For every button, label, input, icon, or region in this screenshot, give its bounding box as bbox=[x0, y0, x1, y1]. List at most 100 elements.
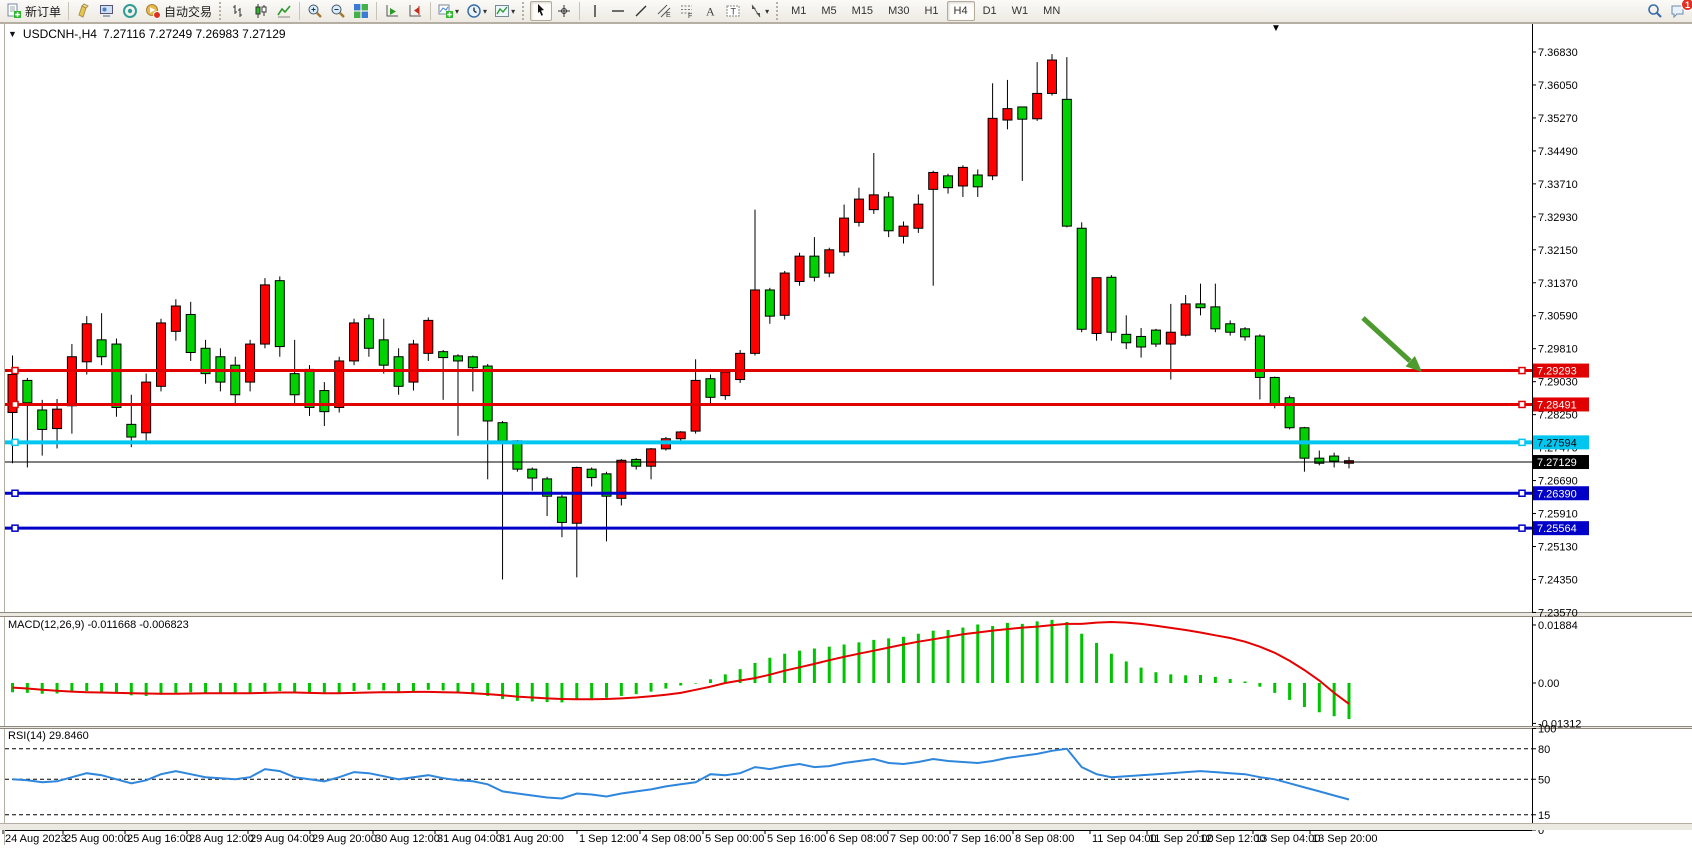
svg-text:15: 15 bbox=[1538, 810, 1550, 822]
toolbar-grip bbox=[219, 2, 223, 20]
svg-text:7.29293: 7.29293 bbox=[1537, 366, 1577, 378]
hline-7.26390 bbox=[5, 490, 1532, 496]
svg-text:4 Sep 08:00: 4 Sep 08:00 bbox=[642, 833, 701, 845]
autotrade-button[interactable]: 自动交易 bbox=[142, 1, 215, 21]
timeframe-button-m5[interactable]: M5 bbox=[814, 1, 843, 21]
svg-text:7.25564: 7.25564 bbox=[1537, 523, 1577, 535]
svg-text:A: A bbox=[706, 5, 715, 19]
vertical-line-button[interactable] bbox=[584, 1, 606, 21]
chart-window[interactable]: 7.368307.360507.352707.344907.337107.329… bbox=[0, 23, 1692, 853]
dropdown-caret-icon[interactable]: ▾ bbox=[511, 7, 515, 16]
timeframe-button-h1[interactable]: H1 bbox=[917, 1, 945, 21]
svg-text:7.32930: 7.32930 bbox=[1538, 212, 1578, 224]
zoom-in-button[interactable] bbox=[304, 1, 326, 21]
svg-text:7.23570: 7.23570 bbox=[1538, 607, 1578, 619]
svg-text:7.25130: 7.25130 bbox=[1538, 542, 1578, 554]
svg-text:7.33710: 7.33710 bbox=[1538, 179, 1578, 191]
svg-text:7.32150: 7.32150 bbox=[1538, 245, 1578, 257]
toolbar-separator bbox=[376, 2, 377, 20]
svg-text:7.36050: 7.36050 bbox=[1538, 80, 1578, 92]
arrows-button[interactable]: ▾ bbox=[745, 1, 772, 21]
bar-chart-icon bbox=[230, 3, 246, 19]
crosshair-icon bbox=[556, 3, 572, 19]
new-order-button[interactable]: 新订单 bbox=[3, 1, 64, 21]
svg-text:24 Aug 2023: 24 Aug 2023 bbox=[5, 833, 67, 845]
indicators-icon bbox=[438, 3, 454, 19]
svg-text:5 Sep 00:00: 5 Sep 00:00 bbox=[705, 833, 764, 845]
chart-shift-button[interactable] bbox=[404, 1, 426, 21]
dropdown-caret-icon[interactable]: ▾ bbox=[765, 7, 769, 16]
signal-button[interactable] bbox=[119, 1, 141, 21]
fibonacci-button[interactable]: F bbox=[676, 1, 698, 21]
trendline-button[interactable] bbox=[630, 1, 652, 21]
auto-scroll-icon bbox=[384, 3, 400, 19]
candlestick-button[interactable] bbox=[250, 1, 272, 21]
periods-button[interactable]: ▾ bbox=[463, 1, 490, 21]
svg-text:7 Sep 00:00: 7 Sep 00:00 bbox=[890, 833, 949, 845]
svg-text:7.26690: 7.26690 bbox=[1538, 476, 1578, 488]
timeframe-button-m1[interactable]: M1 bbox=[784, 1, 813, 21]
fibonacci-icon: F bbox=[679, 3, 695, 19]
new-order-label: 新订单 bbox=[25, 3, 61, 20]
zoom-out-button[interactable] bbox=[327, 1, 349, 21]
equidistant-channel-button[interactable]: E bbox=[653, 1, 675, 21]
periods-icon bbox=[466, 3, 482, 19]
templates-button[interactable]: ▾ bbox=[491, 1, 518, 21]
toolbar-separator bbox=[68, 2, 69, 20]
tile-windows-button[interactable] bbox=[350, 1, 372, 21]
chat-button[interactable]: 1 bbox=[1667, 1, 1689, 21]
svg-text:T: T bbox=[731, 7, 737, 17]
auto-scroll-button[interactable] bbox=[381, 1, 403, 21]
chart-canvas[interactable]: 7.368307.360507.352707.344907.337107.329… bbox=[0, 23, 1692, 853]
dropdown-caret-icon[interactable]: ▾ bbox=[483, 7, 487, 16]
cursor-button[interactable] bbox=[530, 1, 552, 21]
chart-symbol-timeframe: USDCNH-,H4 bbox=[23, 27, 97, 41]
toolbar-separator bbox=[299, 2, 300, 20]
bar-chart-button[interactable] bbox=[227, 1, 249, 21]
svg-text:0.00: 0.00 bbox=[1538, 678, 1559, 690]
search-button[interactable] bbox=[1644, 1, 1666, 21]
svg-text:7.29810: 7.29810 bbox=[1538, 344, 1578, 356]
timeframe-button-m30[interactable]: M30 bbox=[881, 1, 916, 21]
zoom-in-icon bbox=[307, 3, 323, 19]
svg-text:7.25910: 7.25910 bbox=[1538, 509, 1578, 521]
line-chart-button[interactable] bbox=[273, 1, 295, 21]
svg-text:80: 80 bbox=[1538, 744, 1550, 756]
timeframe-button-mn[interactable]: MN bbox=[1036, 1, 1067, 21]
svg-text:28 Aug 12:00: 28 Aug 12:00 bbox=[189, 833, 254, 845]
horizontal-line-button[interactable] bbox=[607, 1, 629, 21]
svg-text:13 Sep 20:00: 13 Sep 20:00 bbox=[1312, 833, 1377, 845]
timeframe-button-h4[interactable]: H4 bbox=[947, 1, 975, 21]
svg-text:5 Sep 16:00: 5 Sep 16:00 bbox=[767, 833, 826, 845]
toolbar-separator bbox=[430, 2, 431, 20]
status-strip bbox=[0, 823, 1692, 830]
svg-text:7.34490: 7.34490 bbox=[1538, 146, 1578, 158]
rsi-indicator-label: RSI(14) 29.8460 bbox=[8, 730, 89, 742]
svg-text:7.35270: 7.35270 bbox=[1538, 113, 1578, 125]
window-menu-icon[interactable]: ▼ bbox=[1271, 23, 1281, 34]
arrows-icon bbox=[748, 3, 764, 19]
crosshair-button[interactable] bbox=[553, 1, 575, 21]
svg-text:8 Sep 08:00: 8 Sep 08:00 bbox=[1015, 833, 1074, 845]
svg-text:100: 100 bbox=[1538, 724, 1556, 736]
terminal-button[interactable] bbox=[96, 1, 118, 21]
vertical-line-icon bbox=[587, 3, 603, 19]
timeframe-button-w1[interactable]: W1 bbox=[1005, 1, 1036, 21]
text-icon: A bbox=[702, 3, 718, 19]
chart-ohlc-values: 7.27116 7.27249 7.26983 7.27129 bbox=[103, 27, 286, 41]
symbol-dropdown-icon[interactable]: ▼ bbox=[8, 29, 17, 39]
text-button[interactable]: A bbox=[699, 1, 721, 21]
crayon-icon bbox=[76, 3, 92, 19]
svg-text:11 Sep 04:00: 11 Sep 04:00 bbox=[1092, 833, 1157, 845]
indicators-button[interactable]: ▾ bbox=[435, 1, 462, 21]
date-axis: 24 Aug 202325 Aug 00:0025 Aug 16:0028 Au… bbox=[3, 830, 1377, 845]
svg-text:7.26390: 7.26390 bbox=[1537, 488, 1577, 500]
text-label-button[interactable]: T bbox=[722, 1, 744, 21]
timeframe-button-m15[interactable]: M15 bbox=[845, 1, 880, 21]
timeframe-button-d1[interactable]: D1 bbox=[976, 1, 1004, 21]
dropdown-caret-icon[interactable]: ▾ bbox=[455, 7, 459, 16]
crayon-button[interactable] bbox=[73, 1, 95, 21]
chart-frame bbox=[0, 24, 1692, 846]
svg-text:7.28491: 7.28491 bbox=[1537, 399, 1577, 411]
svg-text:50: 50 bbox=[1538, 774, 1550, 786]
